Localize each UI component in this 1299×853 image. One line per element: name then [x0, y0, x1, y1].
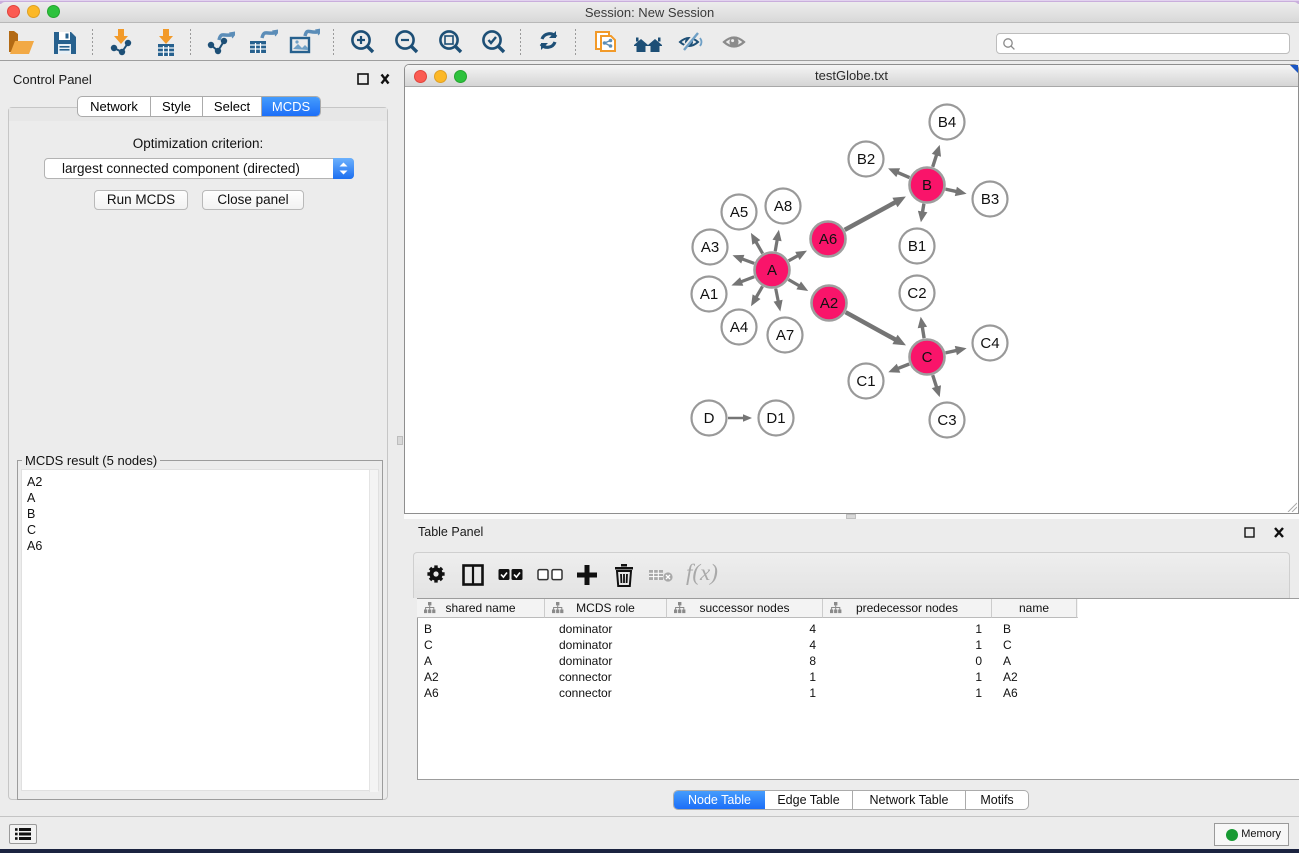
svg-text:D1: D1 [766, 410, 785, 427]
svg-text:C2: C2 [907, 285, 926, 302]
svg-text:A: A [767, 262, 777, 279]
svg-text:A1: A1 [700, 286, 718, 303]
svg-text:A8: A8 [774, 198, 792, 215]
svg-text:C3: C3 [937, 412, 956, 429]
svg-text:A7: A7 [776, 327, 794, 344]
svg-text:A6: A6 [819, 231, 837, 248]
svg-text:A4: A4 [730, 319, 748, 336]
svg-text:C: C [922, 349, 933, 366]
svg-text:C4: C4 [980, 335, 999, 352]
svg-text:B3: B3 [981, 191, 999, 208]
svg-text:A3: A3 [701, 239, 719, 256]
svg-text:B2: B2 [857, 151, 875, 168]
svg-text:A5: A5 [730, 204, 748, 221]
svg-text:B4: B4 [938, 114, 956, 131]
svg-text:B1: B1 [908, 238, 926, 255]
svg-text:A2: A2 [820, 295, 838, 312]
svg-text:C1: C1 [856, 373, 875, 390]
svg-text:D: D [704, 410, 715, 427]
svg-text:B: B [922, 177, 932, 194]
